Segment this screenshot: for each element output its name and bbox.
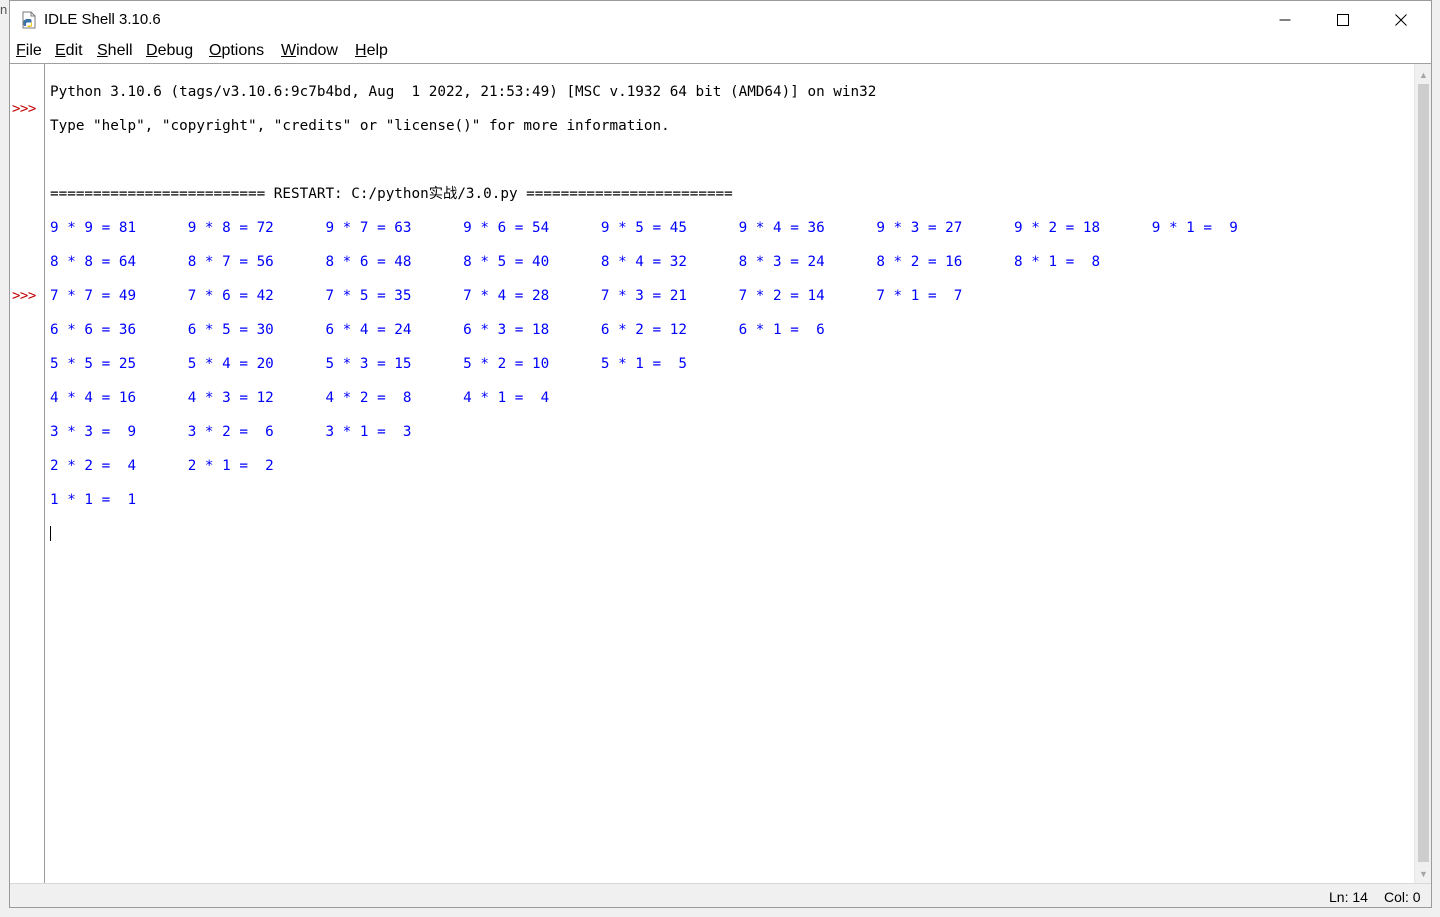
python-idle-icon — [20, 11, 38, 29]
menu-shell[interactable]: Shell — [97, 42, 133, 60]
output-line: 2 * 2 = 4 2 * 1 = 2 — [50, 458, 274, 474]
minimize-button[interactable] — [1256, 1, 1314, 39]
menu-help-label: elp — [366, 42, 388, 59]
prompt-marker-current: >>> — [12, 288, 36, 304]
menu-shell-mnemonic: S — [97, 42, 108, 59]
prompt-gutter: >>> >>> — [10, 64, 45, 884]
menu-window-label: indow — [296, 42, 338, 59]
menu-window[interactable]: Window — [281, 42, 338, 60]
menu-edit-label: dit — [65, 42, 83, 59]
output-line: 4 * 4 = 16 4 * 3 = 12 4 * 2 = 8 4 * 1 = … — [50, 390, 550, 406]
menu-debug-mnemonic: D — [146, 42, 158, 59]
minimize-icon — [1279, 19, 1291, 21]
vertical-scrollbar[interactable]: ▲ ▼ — [1414, 64, 1431, 884]
output-line: 8 * 8 = 64 8 * 7 = 56 8 * 6 = 48 8 * 5 =… — [50, 254, 1101, 270]
menu-shell-label: hell — [107, 42, 133, 59]
output-line: 9 * 9 = 81 9 * 8 = 72 9 * 7 = 63 9 * 6 =… — [50, 220, 1238, 236]
maximize-button[interactable] — [1314, 1, 1372, 39]
background-window-edge: n — [0, 0, 9, 917]
prompt-marker: >>> — [12, 101, 36, 117]
output-line: 6 * 6 = 36 6 * 5 = 30 6 * 4 = 24 6 * 3 =… — [50, 322, 825, 338]
menu-file-label: ile — [25, 42, 42, 59]
menu-window-mnemonic: W — [281, 42, 297, 59]
menu-options[interactable]: Options — [209, 42, 264, 60]
scroll-down-icon[interactable]: ▼ — [1415, 865, 1432, 882]
maximize-icon — [1337, 14, 1349, 26]
menu-edit[interactable]: Edit — [55, 42, 83, 60]
close-button[interactable] — [1372, 1, 1430, 39]
output-line: 1 * 1 = 1 — [50, 492, 137, 508]
title-bar[interactable]: IDLE Shell 3.10.6 — [10, 1, 1431, 39]
close-icon — [1395, 14, 1407, 26]
idle-shell-window: IDLE Shell 3.10.6 File Edit Shell Debug … — [9, 0, 1432, 908]
menu-file[interactable]: File — [16, 42, 42, 60]
input-line[interactable] — [50, 526, 1238, 544]
status-bar: Ln: 14 Col: 0 — [10, 883, 1431, 907]
menu-bar: File Edit Shell Debug Options Window Hel… — [10, 39, 1431, 63]
menu-edit-mnemonic: E — [55, 42, 66, 59]
menu-options-label: ptions — [221, 42, 265, 59]
menu-file-mnemonic: F — [16, 42, 26, 59]
background-bottom-edge — [0, 907, 1440, 917]
output-line: 3 * 3 = 9 3 * 2 = 6 3 * 1 = 3 — [50, 424, 412, 440]
text-cursor — [50, 526, 51, 541]
scroll-thumb[interactable] — [1418, 84, 1429, 862]
output-line: 5 * 5 = 25 5 * 4 = 20 5 * 3 = 15 5 * 2 =… — [50, 356, 687, 372]
background-window-glyph: n — [0, 2, 8, 17]
restart-line: ========================= RESTART: C:/py… — [50, 186, 733, 202]
output-line: 7 * 7 = 49 7 * 6 = 42 7 * 5 = 35 7 * 4 =… — [50, 288, 963, 304]
shell-text-area[interactable]: Python 3.10.6 (tags/v3.10.6:9c7b4bd, Aug… — [46, 64, 1414, 884]
shell-output: Python 3.10.6 (tags/v3.10.6:9c7b4bd, Aug… — [50, 67, 1238, 578]
menu-help-mnemonic: H — [355, 42, 367, 59]
menu-options-mnemonic: O — [209, 42, 222, 59]
menu-debug-label: ebug — [157, 42, 194, 59]
status-line: Ln: 14 — [1329, 889, 1368, 905]
banner-line: Type "help", "copyright", "credits" or "… — [50, 118, 670, 134]
menu-help[interactable]: Help — [355, 42, 388, 60]
background-right-edge — [1432, 0, 1440, 917]
window-title: IDLE Shell 3.10.6 — [44, 11, 161, 28]
shell-area: >>> >>> Python 3.10.6 (tags/v3.10.6:9c7b… — [10, 63, 1431, 884]
menu-debug[interactable]: Debug — [146, 42, 193, 60]
banner-line: Python 3.10.6 (tags/v3.10.6:9c7b4bd, Aug… — [50, 84, 877, 100]
scroll-up-icon[interactable]: ▲ — [1415, 66, 1432, 83]
status-column: Col: 0 — [1384, 889, 1421, 905]
